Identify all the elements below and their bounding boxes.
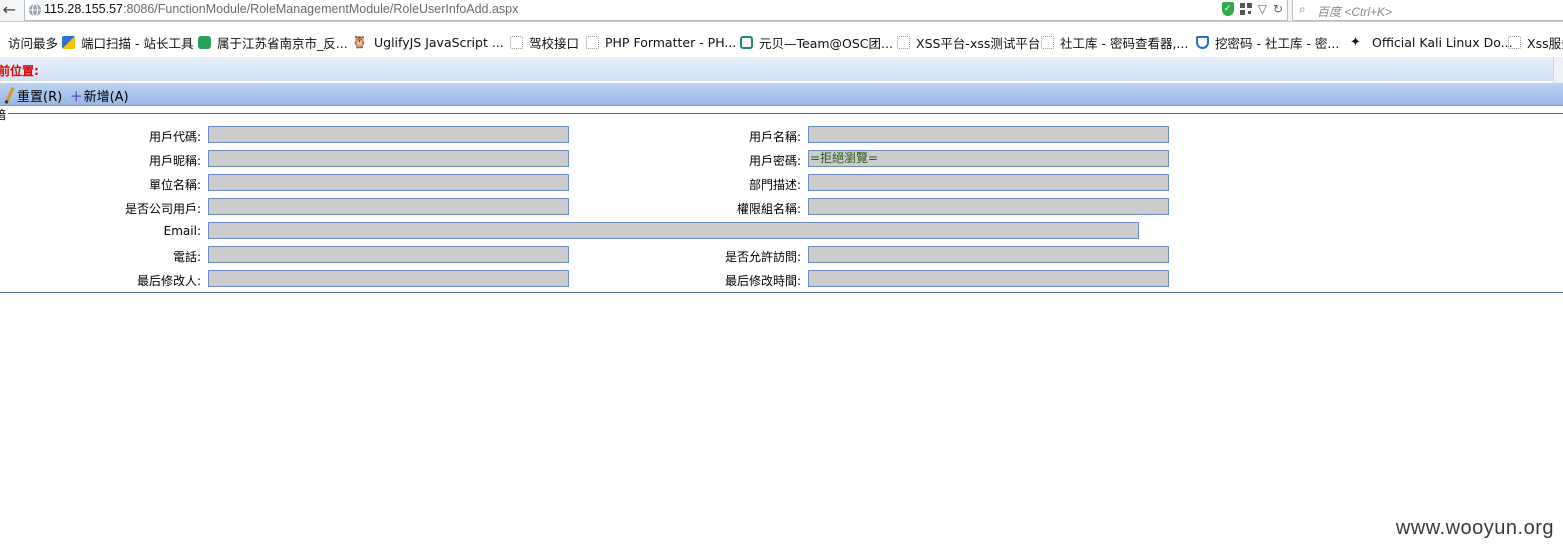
url-field[interactable]: 115.28.155.57:8086/FunctionModule/RoleMa… xyxy=(24,0,1288,21)
search-icon: ⌕ xyxy=(1299,2,1306,16)
bookmark-label: Xss服务 xyxy=(1527,35,1563,51)
add-button[interactable]: + 新增(A) xyxy=(70,86,129,105)
osc-icon xyxy=(740,35,753,49)
reload-icon[interactable]: ↻ xyxy=(1273,2,1283,16)
plus-icon: + xyxy=(70,86,83,105)
modified-time-label: 最后修改時間: xyxy=(724,274,801,288)
bookmark-label: 驾校接口 xyxy=(529,35,580,51)
bookmark-xss-platform[interactable]: XSS平台-xss测试平台 xyxy=(897,31,1040,53)
page-icon xyxy=(897,35,910,49)
bookmark-label: 元贝—Team@OSC团... xyxy=(759,35,893,51)
bookmark-php-formatter[interactable]: PHP Formatter - PH... xyxy=(586,31,736,53)
email-label: Email: xyxy=(163,224,201,238)
permission-group-label: 權限組名稱: xyxy=(736,202,801,216)
page-icon xyxy=(510,35,523,49)
recycle-icon xyxy=(198,35,211,49)
nickname-label: 用戶昵稱: xyxy=(148,154,201,168)
url-path: :8086/FunctionModule/RoleManagementModul… xyxy=(123,2,519,16)
bookmark-xss-service[interactable]: Xss服务 xyxy=(1508,31,1563,53)
reset-button-label: 重置(R) xyxy=(17,90,63,105)
add-button-label: 新增(A) xyxy=(83,90,129,105)
bookmark-most-visited[interactable]: 访问最多 xyxy=(8,31,58,53)
search-field[interactable]: ⌕ 百度 <Ctrl+K> xyxy=(1292,0,1563,21)
modified-by-input[interactable] xyxy=(208,270,569,287)
globe-icon xyxy=(29,3,41,17)
search-placeholder: 百度 <Ctrl+K> xyxy=(1317,5,1393,19)
url-text: 115.28.155.57:8086/FunctionModule/RoleMa… xyxy=(44,2,518,16)
bookmark-label: XSS平台-xss测试平台 xyxy=(916,35,1041,51)
shield-icon xyxy=(1196,35,1209,49)
watermark: www.wooyun.org xyxy=(1395,517,1554,539)
dropdown-arrow-icon[interactable]: ▽ xyxy=(1258,2,1267,16)
is-company-user-input[interactable] xyxy=(208,198,569,215)
bookmark-label: 挖密码 - 社工库 - 密... xyxy=(1215,35,1340,51)
bookmark-label: Official Kali Linux Do... xyxy=(1372,34,1513,50)
bookmark-nanjing[interactable]: 属于江苏省南京市_反... xyxy=(198,31,348,53)
user-code-label: 用戶代碼: xyxy=(148,130,201,144)
page-icon xyxy=(1508,35,1521,49)
dragon-icon: ✦ xyxy=(1350,34,1361,50)
bookmark-label: PHP Formatter - PH... xyxy=(605,34,737,50)
bookmark-port-scan[interactable]: 端口扫描 - 站长工具 xyxy=(62,31,193,53)
phone-input[interactable] xyxy=(208,246,569,263)
bookmark-label: 端口扫描 - 站长工具 xyxy=(81,35,194,51)
password-label: 用戶密碼: xyxy=(748,154,801,168)
reset-button[interactable]: 重置(R) xyxy=(4,86,63,105)
bookmarks-bar: 访问最多 端口扫描 - 站长工具 属于江苏省南京市_反... 🦉 UglifyJ… xyxy=(0,31,1563,53)
user-code-input[interactable] xyxy=(208,126,569,143)
fieldset-legend: 暗 xyxy=(0,106,9,123)
bookmark-label: UglifyJS JavaScript ... xyxy=(374,34,504,50)
unit-name-input[interactable] xyxy=(208,174,569,191)
modified-by-label: 最后修改人: xyxy=(136,274,201,288)
user-name-input[interactable] xyxy=(808,126,1169,143)
bookmark-label: 属于江苏省南京市_反... xyxy=(217,35,348,51)
bookmark-label: 社工库 - 密码查看器,... xyxy=(1060,35,1189,51)
bookmark-dig-password[interactable]: 挖密码 - 社工库 - 密... xyxy=(1196,31,1339,53)
bookmark-uglifyjs[interactable]: 🦉 UglifyJS JavaScript ... xyxy=(352,31,504,53)
back-arrow-icon[interactable]: ← xyxy=(0,0,16,21)
dept-desc-label: 部門描述: xyxy=(748,178,801,192)
permission-group-input[interactable] xyxy=(808,198,1169,215)
is-company-user-label: 是否公司用戶: xyxy=(124,202,201,216)
dept-desc-input[interactable] xyxy=(808,174,1169,191)
qr-code-icon[interactable] xyxy=(1239,3,1252,15)
email-input[interactable] xyxy=(208,222,1139,239)
chinaz-icon xyxy=(62,35,75,49)
security-shield-icon[interactable]: ✓ xyxy=(1221,2,1234,16)
allow-access-label: 是否允許訪問: xyxy=(724,250,801,264)
password-input[interactable]: =拒絕瀏覽= xyxy=(808,150,1169,167)
location-bar: 前位置: xyxy=(0,57,1563,81)
allow-access-input[interactable] xyxy=(808,246,1169,263)
bookmark-kali-docs[interactable]: ✦ Official Kali Linux Do... xyxy=(1350,31,1513,53)
user-name-label: 用戶名稱: xyxy=(748,130,801,144)
bookmark-team-osc[interactable]: 元贝—Team@OSC团... xyxy=(740,31,893,53)
address-bar: ← 115.28.155.57:8086/FunctionModule/Role… xyxy=(0,0,1563,22)
bookmark-label: 访问最多 xyxy=(8,35,59,51)
unit-name-label: 單位名稱: xyxy=(148,178,201,192)
pencil-icon xyxy=(4,87,15,104)
modified-time-input[interactable] xyxy=(808,270,1169,287)
toolbar: 重置(R) + 新增(A) xyxy=(0,83,1563,106)
nickname-input[interactable] xyxy=(208,150,569,167)
location-label: 前位置: xyxy=(0,64,39,78)
bookmark-social-lib[interactable]: 社工库 - 密码查看器,... xyxy=(1041,31,1188,53)
phone-label: 電話: xyxy=(172,250,201,264)
page-icon xyxy=(586,35,599,49)
bookmark-driving-school[interactable]: 驾校接口 xyxy=(510,31,579,53)
owl-icon: 🦉 xyxy=(352,34,367,49)
page-icon xyxy=(1041,35,1054,49)
url-host: 115.28.155.57 xyxy=(44,2,124,16)
url-actions: ✓ ▽ ↻ xyxy=(1221,2,1283,16)
